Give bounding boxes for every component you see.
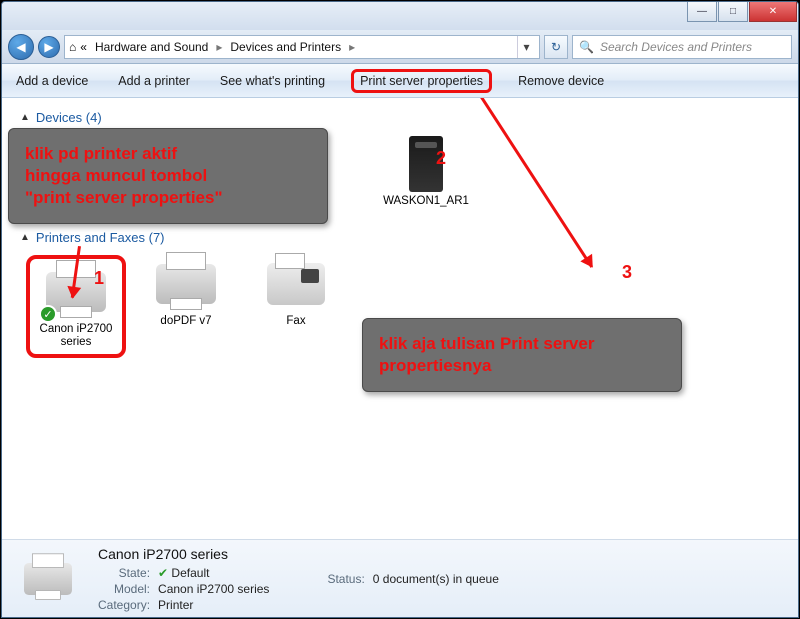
- command-toolbar: Add a device Add a printer See what's pr…: [2, 64, 798, 98]
- arrow-right-icon: ▶: [44, 40, 53, 54]
- printer-label: doPDF v7: [160, 315, 211, 328]
- annotation-number-1: 1: [94, 268, 104, 289]
- device-item[interactable]: WASKON1_AR1: [376, 135, 476, 208]
- group-header-printers[interactable]: ▲ Printers and Faxes (7): [20, 224, 780, 251]
- forward-button[interactable]: ▶: [38, 36, 60, 58]
- location-icon: ⌂: [69, 40, 76, 54]
- titlebar: — □ ✕: [2, 2, 798, 30]
- group-header-devices[interactable]: ▲ Devices (4): [20, 104, 780, 131]
- refresh-button[interactable]: ↻: [544, 35, 568, 59]
- address-bar[interactable]: ⌂ « Hardware and Sound ▸ Devices and Pri…: [64, 35, 540, 59]
- collapse-icon: ▲: [20, 112, 30, 123]
- fax-icon: [261, 255, 331, 313]
- printer-label: Canon iP2700 series: [34, 323, 118, 349]
- printer-item-dopdf[interactable]: doPDF v7: [136, 255, 236, 357]
- minimize-button[interactable]: —: [687, 2, 717, 22]
- annotation-callout-2: klik aja tulisan Print server properties…: [362, 318, 682, 392]
- explorer-window: — □ ✕ ◀ ▶ ⌂ « Hardware and Sound ▸ Devic…: [1, 1, 799, 618]
- refresh-icon: ↻: [551, 40, 561, 54]
- details-value: Canon iP2700 series: [158, 582, 269, 596]
- add-device-button[interactable]: Add a device: [12, 70, 92, 92]
- details-key: Model:: [98, 582, 150, 596]
- arrow-left-icon: ◀: [16, 40, 25, 54]
- collapse-icon: ▲: [20, 232, 30, 243]
- annotation-number-2: 2: [436, 148, 446, 169]
- address-dropdown[interactable]: ▾: [517, 36, 535, 58]
- group-label: Printers and Faxes (7): [36, 230, 165, 245]
- details-value: 0 document(s) in queue: [373, 572, 499, 586]
- chevron-right-icon: ▸: [216, 40, 222, 54]
- remove-device-button[interactable]: Remove device: [514, 70, 608, 92]
- search-placeholder: Search Devices and Printers: [600, 40, 752, 54]
- printer-icon: [151, 255, 221, 313]
- details-title: Canon iP2700 series: [98, 546, 269, 562]
- group-label: Devices (4): [36, 110, 102, 125]
- printer-label: Fax: [286, 315, 305, 328]
- annotation-callout-1: klik pd printer aktif hingga muncul tomb…: [8, 128, 328, 224]
- chevron-right-icon: ▸: [349, 40, 355, 54]
- details-value: ✔ Default: [158, 566, 269, 580]
- printer-icon: [16, 553, 80, 605]
- details-grid-left: Canon iP2700 series State: ✔ Default Mod…: [98, 546, 269, 612]
- details-grid-right: Status: 0 document(s) in queue: [327, 572, 498, 586]
- details-key: State:: [98, 566, 150, 580]
- back-button[interactable]: ◀: [8, 34, 34, 60]
- address-row: ◀ ▶ ⌂ « Hardware and Sound ▸ Devices and…: [2, 30, 798, 64]
- print-server-properties-button[interactable]: Print server properties: [351, 69, 492, 93]
- details-pane: Canon iP2700 series State: ✔ Default Mod…: [2, 539, 798, 617]
- add-printer-button[interactable]: Add a printer: [114, 70, 194, 92]
- computer-tower-icon: [391, 135, 461, 193]
- annotation-number-3: 3: [622, 262, 632, 283]
- details-key: Status:: [327, 572, 364, 586]
- breadcrumb[interactable]: Hardware and Sound: [91, 40, 212, 54]
- details-key: Category:: [98, 598, 150, 612]
- search-icon: 🔍: [579, 40, 594, 54]
- close-button[interactable]: ✕: [749, 2, 797, 22]
- default-check-icon: ✓: [39, 305, 57, 323]
- printer-item-fax[interactable]: Fax: [246, 255, 346, 357]
- search-input[interactable]: 🔍 Search Devices and Printers: [572, 35, 792, 59]
- details-value: Printer: [158, 598, 269, 612]
- breadcrumb[interactable]: Devices and Printers: [226, 40, 345, 54]
- see-printing-button[interactable]: See what's printing: [216, 70, 329, 92]
- content-pane: ▲ Devices (4) WASKON1_AR1 ▲ Printers and…: [2, 98, 798, 539]
- maximize-button[interactable]: □: [718, 2, 748, 22]
- device-label: WASKON1_AR1: [383, 195, 469, 208]
